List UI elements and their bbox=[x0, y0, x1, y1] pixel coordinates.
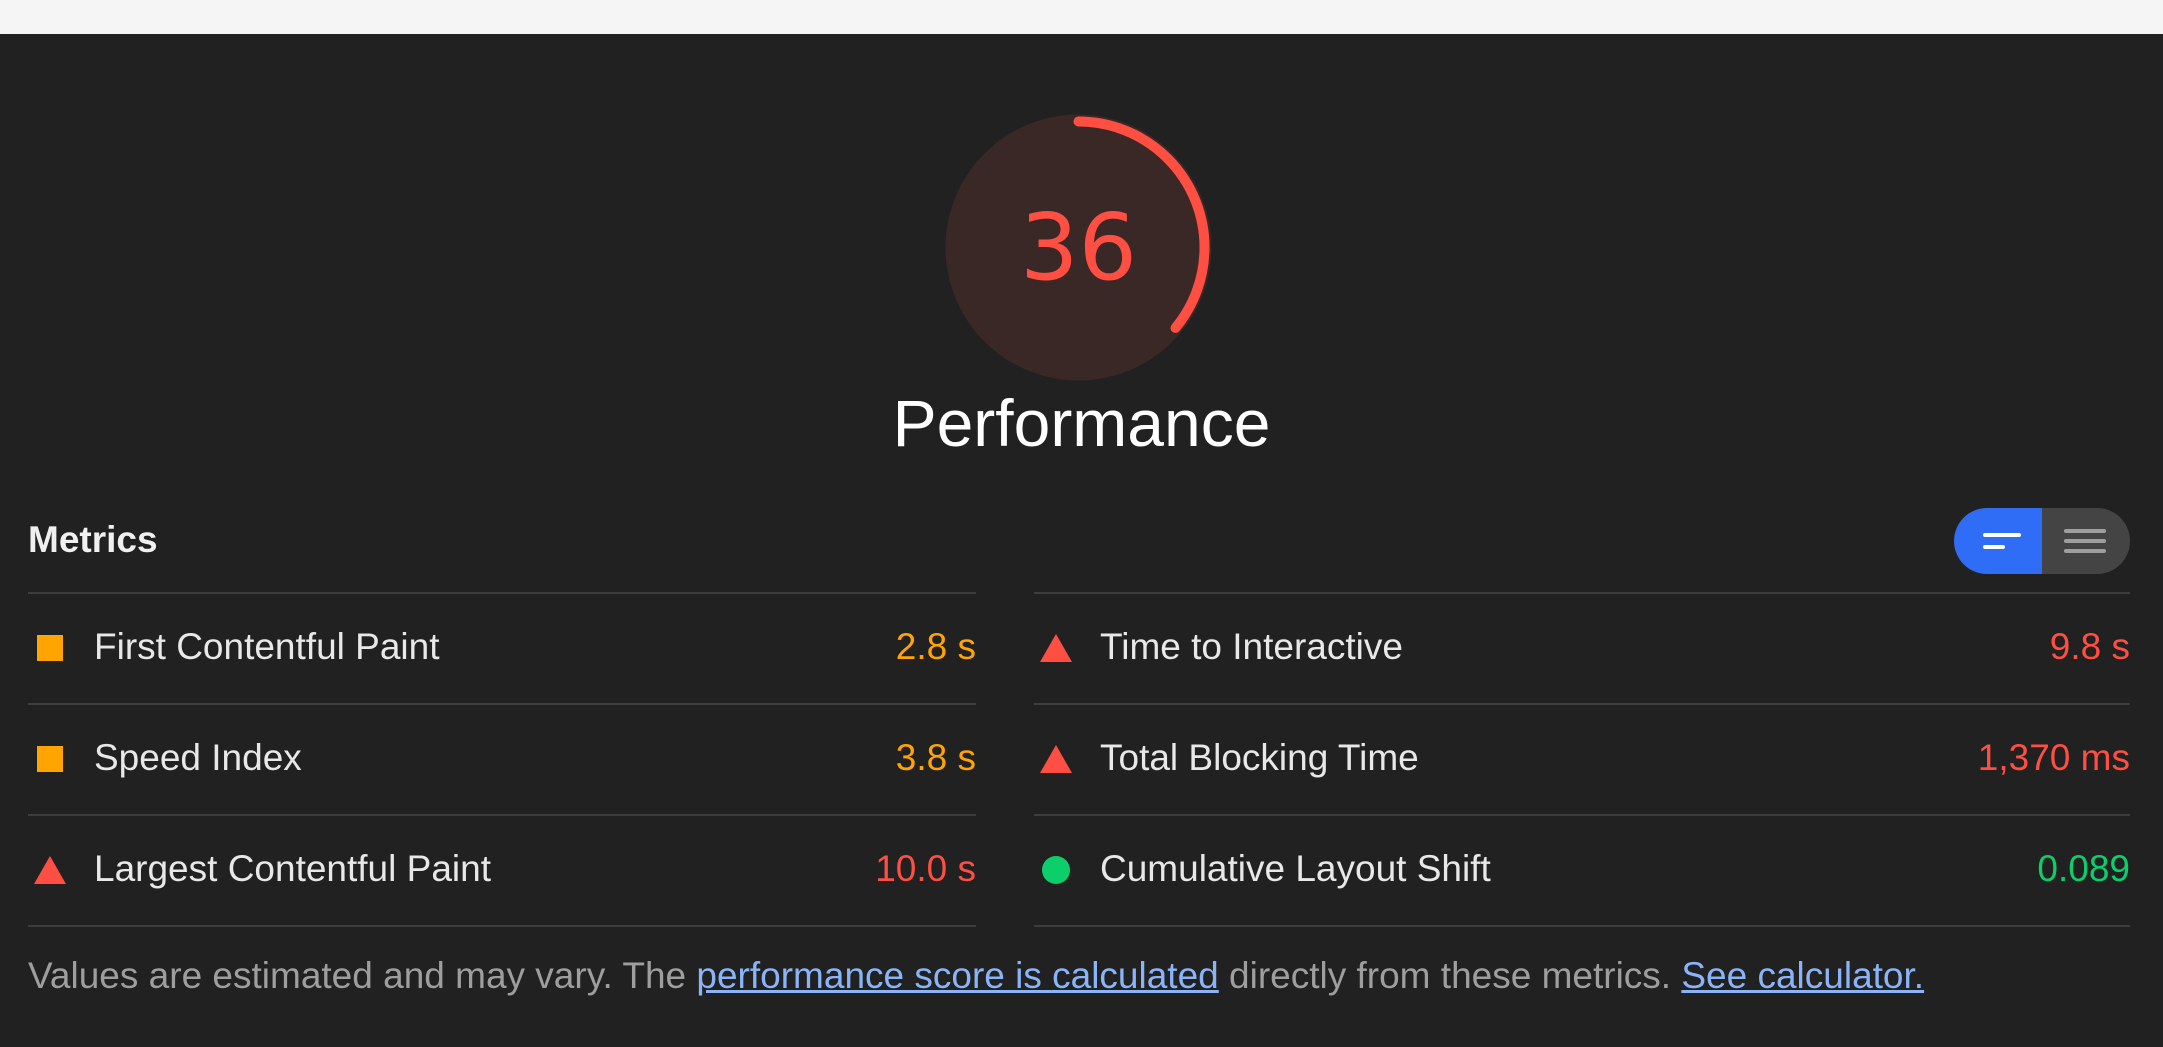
gauge-score: 36 bbox=[1019, 194, 1138, 301]
green-circle-icon bbox=[1042, 856, 1070, 884]
metric-cumulative-layout-shift: Cumulative Layout Shift 0.089 bbox=[1034, 814, 2130, 927]
gauge-title: Performance bbox=[892, 386, 1271, 460]
performance-gauge: 36 bbox=[943, 112, 1214, 383]
score-calculation-link[interactable]: performance score is calculated bbox=[696, 955, 1218, 996]
metric-label: Cumulative Layout Shift bbox=[1100, 848, 1491, 889]
footnote-middle: directly from these metrics. bbox=[1218, 955, 1682, 996]
metric-time-to-interactive: Time to Interactive 9.8 s bbox=[1034, 592, 2130, 703]
metric-label: Largest Contentful Paint bbox=[94, 848, 491, 889]
window-top-strip bbox=[0, 0, 2163, 34]
orange-square-icon bbox=[37, 635, 63, 661]
metrics-view-toggle bbox=[1954, 508, 2130, 574]
metric-total-blocking-time: Total Blocking Time 1,370 ms bbox=[1034, 703, 2130, 814]
metrics-column-right: Time to Interactive 9.8 s Total Blocking… bbox=[1034, 592, 2130, 927]
expanded-view-button[interactable] bbox=[2042, 508, 2130, 574]
metric-first-contentful-paint: First Contentful Paint 2.8 s bbox=[28, 592, 976, 703]
metrics-title: Metrics bbox=[28, 519, 158, 560]
metric-value: 2.8 s bbox=[895, 626, 976, 667]
metric-value: 10.0 s bbox=[875, 848, 976, 889]
metrics-column-left: First Contentful Paint 2.8 s Speed Index… bbox=[28, 592, 976, 927]
footnote-prefix: Values are estimated and may vary. The bbox=[28, 955, 697, 996]
metric-label: Speed Index bbox=[94, 737, 302, 778]
metric-label: Time to Interactive bbox=[1100, 626, 1403, 667]
metric-value: 3.8 s bbox=[895, 737, 976, 778]
red-triangle-icon bbox=[1040, 634, 1072, 662]
metric-value: 1,370 ms bbox=[1977, 737, 2130, 778]
metric-label: Total Blocking Time bbox=[1100, 737, 1419, 778]
metrics-footnote: Values are estimated and may vary. The p… bbox=[28, 955, 1924, 997]
red-triangle-icon bbox=[34, 856, 66, 884]
orange-square-icon bbox=[37, 746, 63, 772]
metric-largest-contentful-paint: Largest Contentful Paint 10.0 s bbox=[28, 814, 976, 927]
metric-label: First Contentful Paint bbox=[94, 626, 440, 667]
summary-view-button[interactable] bbox=[1954, 508, 2042, 574]
see-calculator-link[interactable]: See calculator. bbox=[1681, 955, 1924, 996]
performance-panel: 36 Performance Metrics First Contentful … bbox=[0, 34, 2163, 1047]
red-triangle-icon bbox=[1040, 745, 1072, 773]
metric-value: 0.089 bbox=[2037, 848, 2130, 889]
metric-speed-index: Speed Index 3.8 s bbox=[28, 703, 976, 814]
metric-value: 9.8 s bbox=[2049, 626, 2130, 667]
